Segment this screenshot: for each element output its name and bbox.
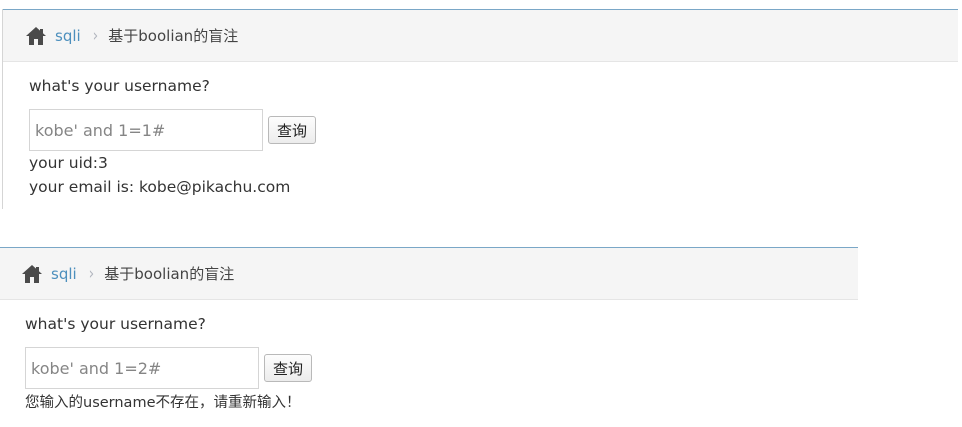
username-input[interactable]: [25, 347, 259, 389]
home-icon[interactable]: [25, 26, 47, 46]
form-area: what's your username? 查询 your uid:3 your…: [3, 62, 958, 199]
form-area: what's your username? 查询 您输入的username不存在…: [0, 300, 858, 416]
home-icon[interactable]: [21, 264, 43, 284]
result-uid: your uid:3: [29, 154, 108, 172]
username-input[interactable]: [29, 109, 263, 151]
breadcrumb-current: 基于boolian的盲注: [104, 265, 235, 283]
result-email: your email is: kobe@pikachu.com: [29, 178, 291, 196]
query-results: your uid:3 your email is: kobe@pikachu.c…: [29, 151, 958, 199]
query-form: 查询: [25, 347, 858, 389]
query-button[interactable]: 查询: [264, 354, 313, 382]
query-button[interactable]: 查询: [268, 116, 317, 144]
breadcrumb-current: 基于boolian的盲注: [108, 27, 239, 45]
breadcrumb-link-sqli[interactable]: sqli: [51, 265, 77, 283]
username-question: what's your username?: [29, 77, 210, 95]
breadcrumb: sqli › 基于boolian的盲注: [0, 247, 858, 300]
username-question: what's your username?: [25, 315, 206, 333]
query-form: 查询: [29, 109, 958, 151]
breadcrumb: sqli › 基于boolian的盲注: [3, 9, 958, 62]
chevron-right-icon: ›: [88, 263, 95, 284]
result-panel-2: sqli › 基于boolian的盲注 what's your username…: [0, 247, 858, 422]
result-panel-1: sqli › 基于boolian的盲注 what's your username…: [2, 9, 958, 209]
chevron-right-icon: ›: [92, 25, 99, 46]
error-message: 您输入的username不存在，请重新输入！: [25, 395, 301, 411]
breadcrumb-link-sqli[interactable]: sqli: [55, 27, 81, 45]
